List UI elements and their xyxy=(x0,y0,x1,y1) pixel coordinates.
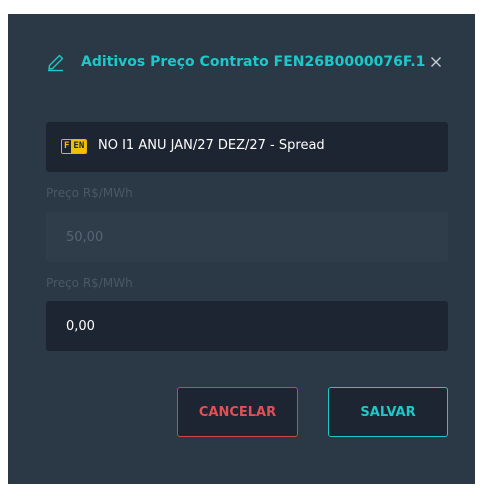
dialog-header: Aditivos Preço Contrato FEN26B0000076F.1 xyxy=(8,14,475,109)
contract-price-amendment-dialog: Aditivos Preço Contrato FEN26B0000076F.1… xyxy=(8,14,475,484)
save-button[interactable]: SALVAR xyxy=(328,387,448,437)
product-display: F EN NO I1 ANU JAN/27 DEZ/27 - Spread xyxy=(46,122,448,172)
new-price-label: Preço R$/MWh xyxy=(46,276,133,290)
close-icon[interactable] xyxy=(428,54,444,70)
badge-letters-en: EN xyxy=(71,140,87,153)
badge-letter-f: F xyxy=(62,140,72,153)
new-price-field[interactable] xyxy=(46,301,448,351)
new-price-input[interactable] xyxy=(46,301,448,351)
dialog-title: Aditivos Preço Contrato FEN26B0000076F.1 xyxy=(81,54,426,70)
product-name: NO I1 ANU JAN/27 DEZ/27 - Spread xyxy=(98,138,325,153)
pencil-edit-icon xyxy=(48,54,64,72)
current-price-input xyxy=(46,212,448,262)
current-price-label: Preço R$/MWh xyxy=(46,186,133,200)
cancel-button[interactable]: CANCELAR xyxy=(177,387,298,437)
fen-badge: F EN xyxy=(61,139,88,154)
current-price-field xyxy=(46,212,448,262)
